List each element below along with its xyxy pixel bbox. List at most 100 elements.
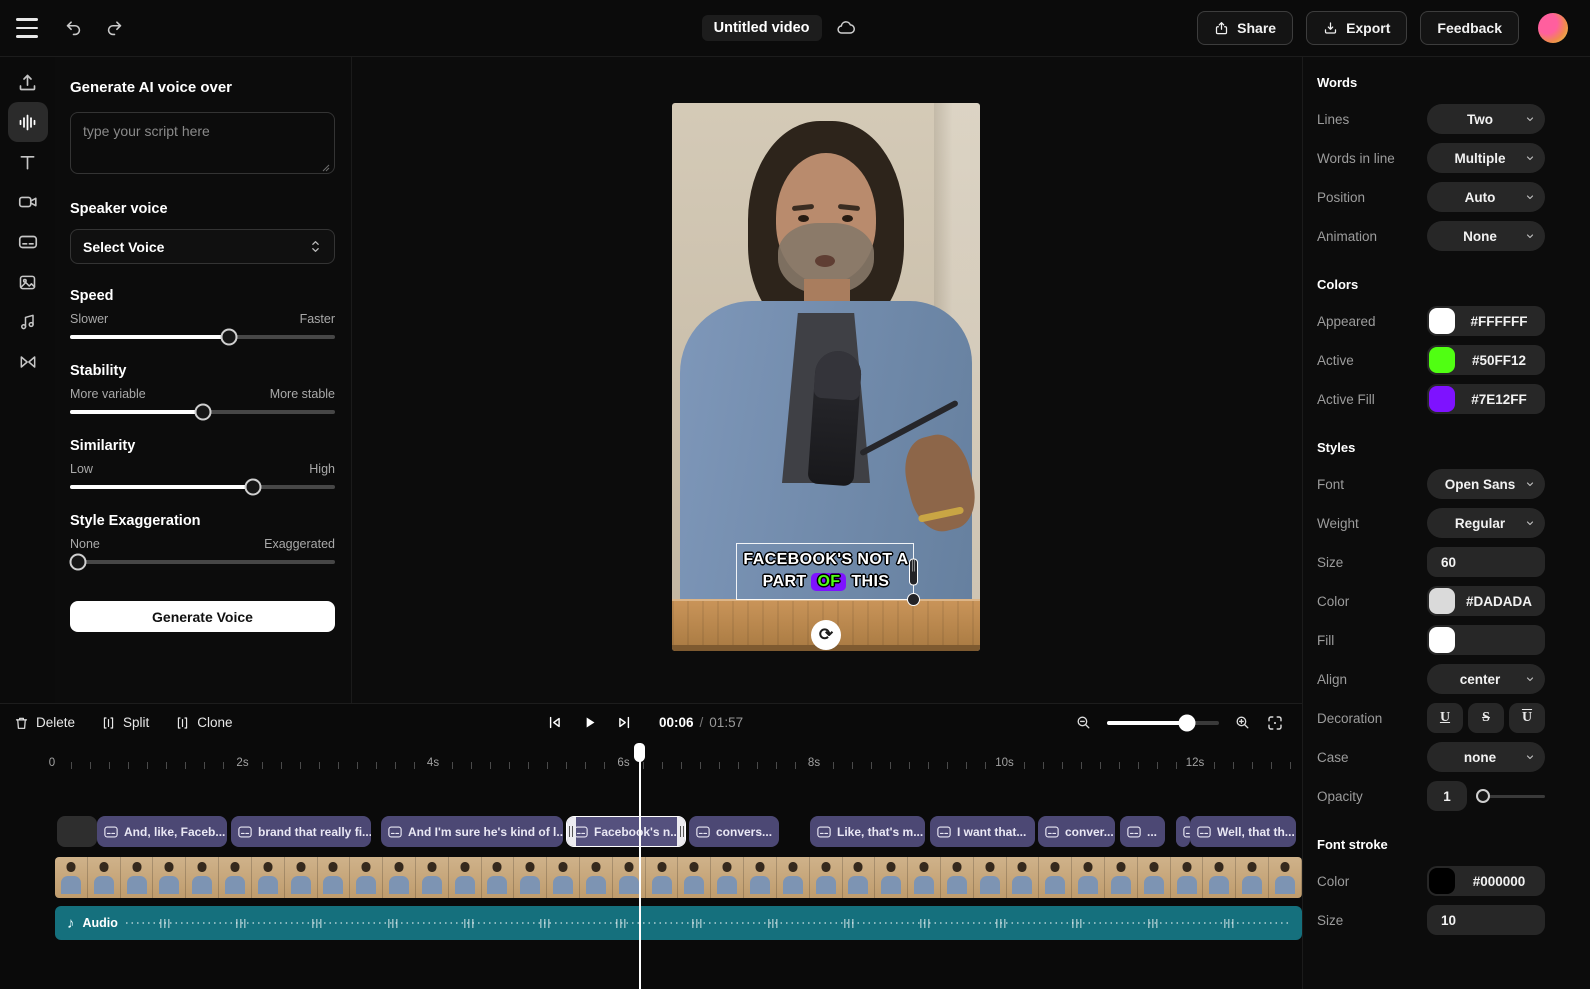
zoom-out-button[interactable]	[1075, 714, 1092, 731]
sidebar-item-voiceover[interactable]	[8, 102, 48, 142]
sidebar-item-captions[interactable]	[8, 222, 48, 262]
timeline-ruler[interactable]: 02s4s6s8s10s12s	[0, 754, 1302, 776]
share-button[interactable]: Share	[1197, 11, 1293, 45]
fit-timeline-button[interactable]	[1266, 714, 1284, 732]
decoration-buttons: USU	[1427, 703, 1545, 733]
delete-button[interactable]: Delete	[14, 715, 75, 731]
selection-side-handle[interactable]	[909, 558, 918, 585]
timeline-zoom-slider[interactable]	[1107, 721, 1219, 725]
sidebar-item-music[interactable]	[8, 302, 48, 342]
sidebar-item-transitions[interactable]	[8, 342, 48, 382]
caption-clip[interactable]: Like, that's m...	[810, 816, 925, 847]
slider-track[interactable]	[70, 560, 335, 564]
size-input[interactable]: 10	[1427, 905, 1545, 935]
section-styles: StylesFontOpen SansWeightRegularSize60Co…	[1303, 440, 1590, 811]
align-dropdown[interactable]: center	[1427, 664, 1545, 694]
caption-clip[interactable]: I want that...	[930, 816, 1035, 847]
setting-row-fill: Fill	[1317, 625, 1545, 655]
sidebar-item-text[interactable]	[8, 142, 48, 182]
opacity-input[interactable]: 1	[1427, 781, 1467, 811]
caption-clip[interactable]: convers...	[689, 816, 779, 847]
audio-track[interactable]: ♪ Audio	[55, 906, 1302, 940]
zoom-in-button[interactable]	[1234, 714, 1251, 731]
redo-button[interactable]	[105, 19, 124, 38]
opacity-knob[interactable]	[1476, 789, 1490, 803]
skip-start-button[interactable]	[546, 714, 563, 731]
active-color-picker[interactable]: #50FF12	[1427, 345, 1545, 375]
chevron-down-icon	[1524, 478, 1536, 490]
sidebar-item-upload[interactable]	[8, 62, 48, 102]
split-button[interactable]: Split	[101, 715, 149, 731]
caption-clip[interactable]: Facebook's n...	[566, 816, 686, 847]
color-swatch	[1429, 627, 1455, 653]
generate-voice-button[interactable]: Generate Voice	[70, 601, 335, 632]
slider-title: Stability	[70, 363, 335, 379]
clip-trim-handle[interactable]	[566, 816, 576, 847]
setting-row-position: PositionAuto	[1317, 182, 1545, 212]
weight-dropdown[interactable]: Regular	[1427, 508, 1545, 538]
caption-clip[interactable]: conver...	[1038, 816, 1115, 847]
caption-clip[interactable]: ...	[1120, 816, 1165, 847]
lines-dropdown[interactable]: Two	[1427, 104, 1545, 134]
color-color-picker[interactable]: #000000	[1427, 866, 1545, 896]
opacity-slider[interactable]	[1477, 795, 1545, 798]
caption-overlay[interactable]: FACEBOOK'S NOT A PART OF THIS	[672, 549, 980, 593]
font-dropdown[interactable]: Open Sans	[1427, 469, 1545, 499]
section-colors: ColorsAppeared#FFFFFFActive#50FF12Active…	[1303, 277, 1590, 414]
slider-knob[interactable]	[69, 554, 86, 571]
caption-clip[interactable]: brand that really fi...	[231, 816, 371, 847]
sidebar-item-camera[interactable]	[8, 182, 48, 222]
script-input[interactable]	[70, 112, 335, 174]
user-avatar[interactable]	[1538, 13, 1568, 43]
sidebar-item-media[interactable]	[8, 262, 48, 302]
slider-knob[interactable]	[221, 329, 238, 346]
project-title[interactable]: Untitled video	[702, 15, 822, 41]
play-button[interactable]	[581, 714, 598, 731]
slider-track[interactable]	[70, 410, 335, 414]
slider-end-labels: LowHigh	[70, 462, 335, 476]
strikethrough-button[interactable]: S	[1468, 703, 1504, 733]
selection-resize-handle[interactable]	[907, 593, 920, 606]
export-button[interactable]: Export	[1306, 11, 1407, 45]
slider-track[interactable]	[70, 485, 335, 489]
underline-button[interactable]: U	[1427, 703, 1463, 733]
playhead[interactable]	[639, 743, 641, 989]
video-track[interactable]	[55, 857, 1302, 898]
position-dropdown[interactable]: Auto	[1427, 182, 1545, 212]
menu-button[interactable]	[16, 18, 42, 38]
skip-end-button[interactable]	[616, 714, 633, 731]
caption-clip[interactable]: And, like, Faceb...	[97, 816, 227, 847]
overline-button[interactable]: U	[1509, 703, 1545, 733]
slider-speed: SpeedSlowerFaster	[70, 288, 335, 339]
clone-button[interactable]: Clone	[175, 715, 232, 731]
caption-clip[interactable]: And I'm sure he's kind of l...	[381, 816, 563, 847]
caption-clip[interactable]: Well, that th...	[1190, 816, 1296, 847]
slider-knob[interactable]	[194, 404, 211, 421]
appeared-color-picker[interactable]: #FFFFFF	[1427, 306, 1545, 336]
filmstrip-frame	[843, 857, 876, 898]
slider-knob[interactable]	[244, 479, 261, 496]
setting-label: Appeared	[1317, 314, 1427, 329]
filmstrip-frame	[908, 857, 941, 898]
fill-color-picker[interactable]	[1427, 625, 1545, 655]
resize-grip-icon[interactable]	[322, 164, 330, 172]
playhead-handle[interactable]	[634, 743, 645, 762]
words-in-line-dropdown[interactable]: Multiple	[1427, 143, 1545, 173]
slider-track[interactable]	[70, 335, 335, 339]
zoom-slider-knob[interactable]	[1178, 714, 1195, 731]
active-fill-color-picker[interactable]: #7E12FF	[1427, 384, 1545, 414]
caption-clip[interactable]	[1176, 816, 1190, 847]
clip-trim-handle[interactable]	[677, 816, 687, 847]
rotate-caption-button[interactable]: ⟳	[811, 620, 841, 650]
animation-dropdown[interactable]: None	[1427, 221, 1545, 251]
undo-button[interactable]	[64, 19, 83, 38]
size-input[interactable]: 60	[1427, 547, 1545, 577]
color-color-picker[interactable]: #DADADA	[1427, 586, 1545, 616]
ruler-tick	[300, 762, 301, 769]
feedback-button[interactable]: Feedback	[1420, 11, 1519, 45]
video-canvas[interactable]: FACEBOOK'S NOT A PART OF THIS ⟳	[672, 103, 980, 651]
case-dropdown[interactable]: none	[1427, 742, 1545, 772]
voice-select[interactable]: Select Voice	[70, 229, 335, 264]
clip-fragment[interactable]	[57, 816, 97, 847]
ruler-tick	[147, 762, 148, 769]
